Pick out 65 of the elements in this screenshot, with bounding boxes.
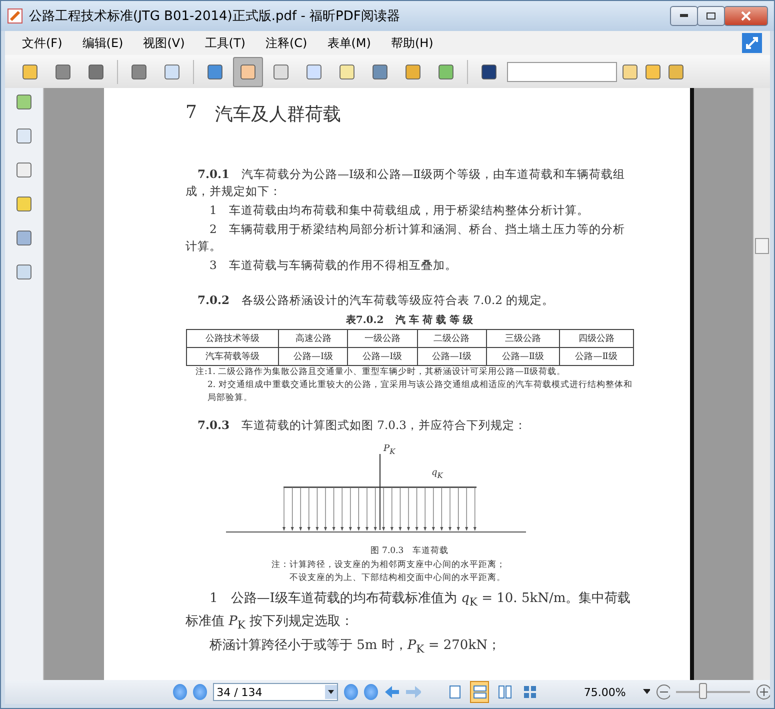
chapter-number: 7 [186, 102, 197, 125]
page-layout-icon [472, 685, 487, 699]
vertical-scrollbar[interactable] [753, 88, 770, 680]
table-cell: 二级公路 [417, 330, 486, 348]
minimize-button[interactable] [670, 6, 698, 26]
load-label: P$_{K}$ [384, 444, 396, 456]
clause-text: 2 车辆荷载用于桥梁结构局部分析计算和涵洞、桥台、挡土墙土压力等的分析计算。 [186, 221, 626, 255]
table-caption: 汽 车 荷 载 等 级 [396, 313, 474, 327]
maximize-button[interactable] [697, 6, 725, 26]
zoom-out-icon[interactable] [656, 684, 670, 700]
clause-text: 车道荷载的计算图式如图 7.0.3，并应符合下列规定： [242, 418, 526, 432]
clause-text: 3 车道荷载与车辆荷载的作用不得相互叠加。 [208, 257, 458, 274]
app-icon [7, 8, 23, 24]
clause-text: 桥涵计算跨径小于或等于 5m 时，P$_{K}$ = 270kN； [208, 637, 502, 658]
view-mode-button[interactable] [470, 681, 490, 703]
minimize-icon [680, 14, 688, 18]
page-layout-icon [523, 685, 538, 699]
table-cell: 四级公路 [560, 330, 633, 348]
page-number-field[interactable]: 34 / 134 [212, 683, 338, 701]
table-note: 2. 对交通组成中重载交通比重较大的公路，宜采用与该公路交通组成相适应的汽车荷载模式进行结构整体和局部验算。 [206, 379, 634, 405]
clause-text: 7.0.2 各级公路桥涵设计的汽车荷载等级应符合表 7.0.2 的规定。 [196, 292, 556, 309]
figure-note: 注：计算跨径，设支座的为相邻两支座中心间的水平距离； [270, 559, 506, 572]
back-arrow-icon[interactable] [384, 685, 400, 699]
clause-text: 7.0.1 汽车荷载分为公路—Ⅰ级和公路—Ⅱ级两个等级，由车道荷载和车辆荷载组成，并规定如下： [186, 166, 626, 200]
table-cell: 公路—Ⅰ级 [278, 348, 348, 366]
maximize-icon [706, 12, 716, 20]
window-title: 公路工程技术标准(JTG B01-2014)正式版.pdf - 福昕PDF阅读器 [29, 8, 401, 25]
search-field[interactable] [507, 62, 617, 82]
clause-number: 7.0.3 [198, 418, 230, 432]
table-cell: 三级公路 [486, 330, 560, 348]
table-cell: 公路技术等级 [186, 330, 279, 348]
table-cell: 公路—Ⅰ级 [348, 348, 418, 366]
zoom-in-icon[interactable] [756, 684, 770, 700]
table-number: 表7.0.2 [346, 314, 384, 327]
close-icon [741, 11, 751, 21]
figure-note: 不设支座的为上、下部结构相交面中心间的水平距离。 [288, 572, 506, 585]
clause-text: 1 公路—Ⅰ级车道荷载的均布荷载标准值为 q$_{K}$ = 10. 5kN/m。集中荷载标准值 P$_{K}$ 按下列规定选取： [186, 590, 632, 634]
menu-item[interactable]: 注释(C) [256, 32, 316, 54]
table-cell: 公路—Ⅰ级 [417, 348, 486, 366]
menu-item[interactable]: 编辑(E) [73, 32, 132, 54]
fullscreen-icon[interactable] [742, 33, 762, 53]
menu-item[interactable]: 帮助(H) [382, 32, 442, 54]
menu-item[interactable]: 视图(V) [134, 32, 194, 54]
page-layout-icon [498, 685, 512, 699]
zoom-value[interactable]: 75.00% [584, 686, 638, 698]
table-cell: 公路—Ⅱ级 [486, 348, 560, 366]
page-number: 34 / 134 [216, 686, 262, 698]
table-cell: 高速公路 [278, 330, 348, 348]
chapter-heading: 汽车及人群荷载 [214, 103, 341, 126]
close-button[interactable] [724, 6, 768, 26]
caret-icon[interactable] [643, 689, 650, 695]
table-cell: 公路—Ⅱ级 [560, 348, 633, 366]
menu-item[interactable]: 表单(M) [318, 32, 380, 54]
clause-text: 1 车道荷载由均布荷载和集中荷载组成，用于桥梁结构整体分析计算。 [208, 202, 590, 219]
dropdown-icon [325, 685, 338, 699]
menu-item[interactable]: 工具(T) [196, 32, 254, 54]
table-note: 注:1. 二级公路作为集散公路且交通量小、重型车辆少时，其桥涵设计可采用公路—Ⅱ级荷载。 [194, 366, 566, 379]
menu-item[interactable]: 文件(F) [13, 32, 72, 54]
load-label: q$_{K}$ [432, 468, 443, 480]
figure-caption: 图 7.0.3 车道荷载 [369, 545, 450, 558]
page-layout-icon [448, 685, 462, 699]
scroll-thumb[interactable] [755, 238, 769, 254]
slider-thumb[interactable] [699, 683, 708, 699]
table-cell: 一级公路 [348, 330, 418, 348]
table-cell: 汽车荷载等级 [186, 348, 279, 366]
